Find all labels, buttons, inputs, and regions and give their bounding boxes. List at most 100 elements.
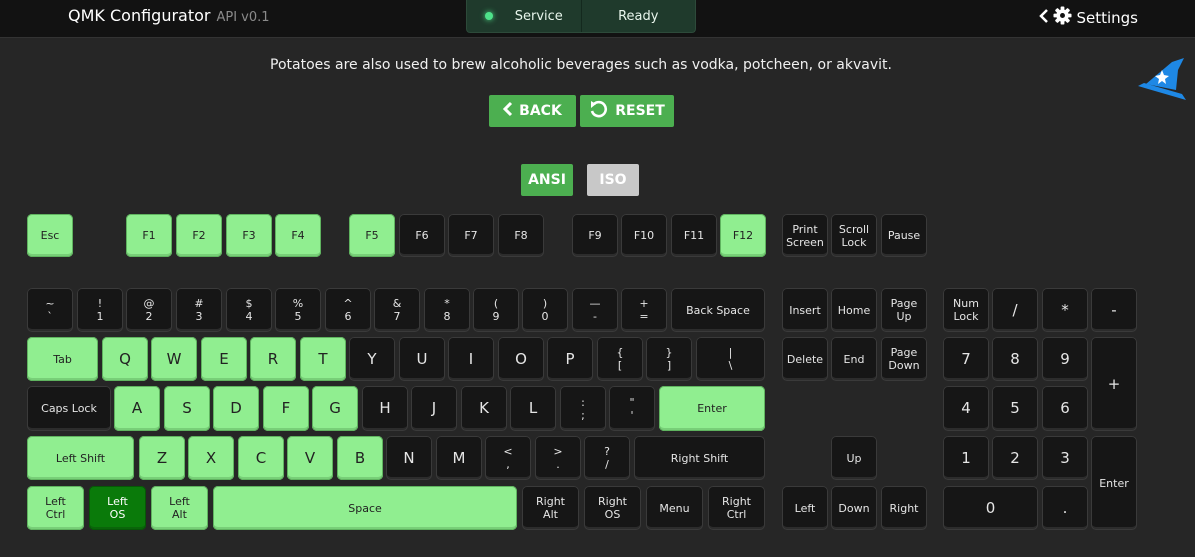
key-insert[interactable]: Insert <box>782 288 828 332</box>
key-left-alt[interactable]: Left Alt <box>151 486 208 530</box>
key-1[interactable]: ! 1 <box>77 288 123 332</box>
key-0[interactable]: ) 0 <box>522 288 568 332</box>
key-v[interactable]: V <box>287 436 333 480</box>
key-l[interactable]: L <box>510 386 556 431</box>
key-kp8[interactable]: 8 <box>992 337 1038 381</box>
key-f2[interactable]: F2 <box>176 214 222 257</box>
key-p[interactable]: P <box>547 337 593 381</box>
key-right-alt[interactable]: Right Alt <box>522 486 579 530</box>
key-kp-minus[interactable]: - <box>1091 288 1137 332</box>
settings-button[interactable]: Settings <box>1039 6 1138 29</box>
key-f[interactable]: F <box>263 386 309 431</box>
key-slash[interactable]: ? / <box>584 436 630 480</box>
key-x[interactable]: X <box>188 436 234 480</box>
key-kp-star[interactable]: * <box>1042 288 1088 332</box>
key-t[interactable]: T <box>300 337 346 381</box>
key-f11[interactable]: F11 <box>671 214 717 257</box>
key-d[interactable]: D <box>213 386 259 431</box>
key-kp-plus[interactable]: + <box>1091 337 1137 431</box>
key-kp7[interactable]: 7 <box>943 337 989 381</box>
key-quote[interactable]: " ' <box>609 386 655 431</box>
key-5[interactable]: % 5 <box>275 288 321 332</box>
key-grave[interactable]: ~ ` <box>27 288 73 332</box>
key-kp-dot[interactable]: . <box>1042 486 1088 530</box>
key-right[interactable]: Right <box>881 486 927 530</box>
key-backslash[interactable]: | \ <box>696 337 765 381</box>
key-4[interactable]: $ 4 <box>226 288 272 332</box>
key-kp0[interactable]: 0 <box>943 486 1038 530</box>
key-f1[interactable]: F1 <box>126 214 172 257</box>
key-kp9[interactable]: 9 <box>1042 337 1088 381</box>
key-semicolon[interactable]: : ; <box>560 386 606 431</box>
key-menu[interactable]: Menu <box>646 486 703 530</box>
key-w[interactable]: W <box>151 337 197 381</box>
key-f6[interactable]: F6 <box>399 214 445 257</box>
key-z[interactable]: Z <box>139 436 185 480</box>
key-6[interactable]: ^ 6 <box>325 288 371 332</box>
key-q[interactable]: Q <box>102 337 148 381</box>
key-enter[interactable]: Enter <box>659 386 765 431</box>
key-end[interactable]: End <box>831 337 877 381</box>
key-left[interactable]: Left <box>782 486 828 530</box>
key-left-ctrl[interactable]: Left Ctrl <box>27 486 84 530</box>
back-button[interactable]: BACK <box>489 95 576 127</box>
reset-button[interactable]: RESET <box>580 95 674 127</box>
key-m[interactable]: M <box>436 436 482 480</box>
key-e[interactable]: E <box>201 337 247 381</box>
key-s[interactable]: S <box>164 386 210 431</box>
key-left-shift[interactable]: Left Shift <box>27 436 134 480</box>
key-n[interactable]: N <box>386 436 432 480</box>
key-f7[interactable]: F7 <box>448 214 494 257</box>
key-kp6[interactable]: 6 <box>1042 386 1088 431</box>
key-lbracket[interactable]: { [ <box>597 337 643 381</box>
key-kp1[interactable]: 1 <box>943 436 989 480</box>
iso-layout-button[interactable]: ISO <box>587 164 639 196</box>
key-j[interactable]: J <box>411 386 457 431</box>
key-kp3[interactable]: 3 <box>1042 436 1088 480</box>
key-f5[interactable]: F5 <box>349 214 395 257</box>
key-up[interactable]: Up <box>831 436 877 480</box>
key-3[interactable]: # 3 <box>176 288 222 332</box>
key-backspace[interactable]: Back Space <box>671 288 765 332</box>
key-caps-lock[interactable]: Caps Lock <box>27 386 111 431</box>
key-r[interactable]: R <box>250 337 296 381</box>
key-f3[interactable]: F3 <box>226 214 272 257</box>
key-a[interactable]: A <box>114 386 160 431</box>
key-7[interactable]: & 7 <box>374 288 420 332</box>
ansi-layout-button[interactable]: ANSI <box>521 164 573 196</box>
key-rbracket[interactable]: } ] <box>646 337 692 381</box>
key-f10[interactable]: F10 <box>621 214 667 257</box>
key-kp5[interactable]: 5 <box>992 386 1038 431</box>
key-tab[interactable]: Tab <box>27 337 98 381</box>
key-esc[interactable]: Esc <box>27 214 73 257</box>
key-kp4[interactable]: 4 <box>943 386 989 431</box>
key-home[interactable]: Home <box>831 288 877 332</box>
key-f4[interactable]: F4 <box>275 214 321 257</box>
key-page-up[interactable]: Page Up <box>881 288 927 332</box>
key-print-screen[interactable]: Print Screen <box>782 214 828 257</box>
key-i[interactable]: I <box>448 337 494 381</box>
key-9[interactable]: ( 9 <box>473 288 519 332</box>
key-2[interactable]: @ 2 <box>126 288 172 332</box>
key-h[interactable]: H <box>362 386 408 431</box>
key-b[interactable]: B <box>337 436 383 480</box>
key-g[interactable]: G <box>312 386 358 431</box>
key-pause[interactable]: Pause <box>881 214 927 257</box>
key-delete[interactable]: Delete <box>782 337 828 381</box>
key-space[interactable]: Space <box>213 486 517 530</box>
key-8[interactable]: * 8 <box>424 288 470 332</box>
key-kp-slash[interactable]: / <box>992 288 1038 332</box>
key-num-lock[interactable]: Num Lock <box>943 288 989 332</box>
key-k[interactable]: K <box>461 386 507 431</box>
key-f9[interactable]: F9 <box>572 214 618 257</box>
key-comma[interactable]: < , <box>485 436 531 480</box>
key-down[interactable]: Down <box>831 486 877 530</box>
key-o[interactable]: O <box>498 337 544 381</box>
key-c[interactable]: C <box>238 436 284 480</box>
key-kp2[interactable]: 2 <box>992 436 1038 480</box>
key-scroll-lock[interactable]: Scroll Lock <box>831 214 877 257</box>
key-y[interactable]: Y <box>349 337 395 381</box>
key-f8[interactable]: F8 <box>498 214 544 257</box>
key-equal[interactable]: + = <box>621 288 667 332</box>
key-minus[interactable]: — - <box>572 288 618 332</box>
